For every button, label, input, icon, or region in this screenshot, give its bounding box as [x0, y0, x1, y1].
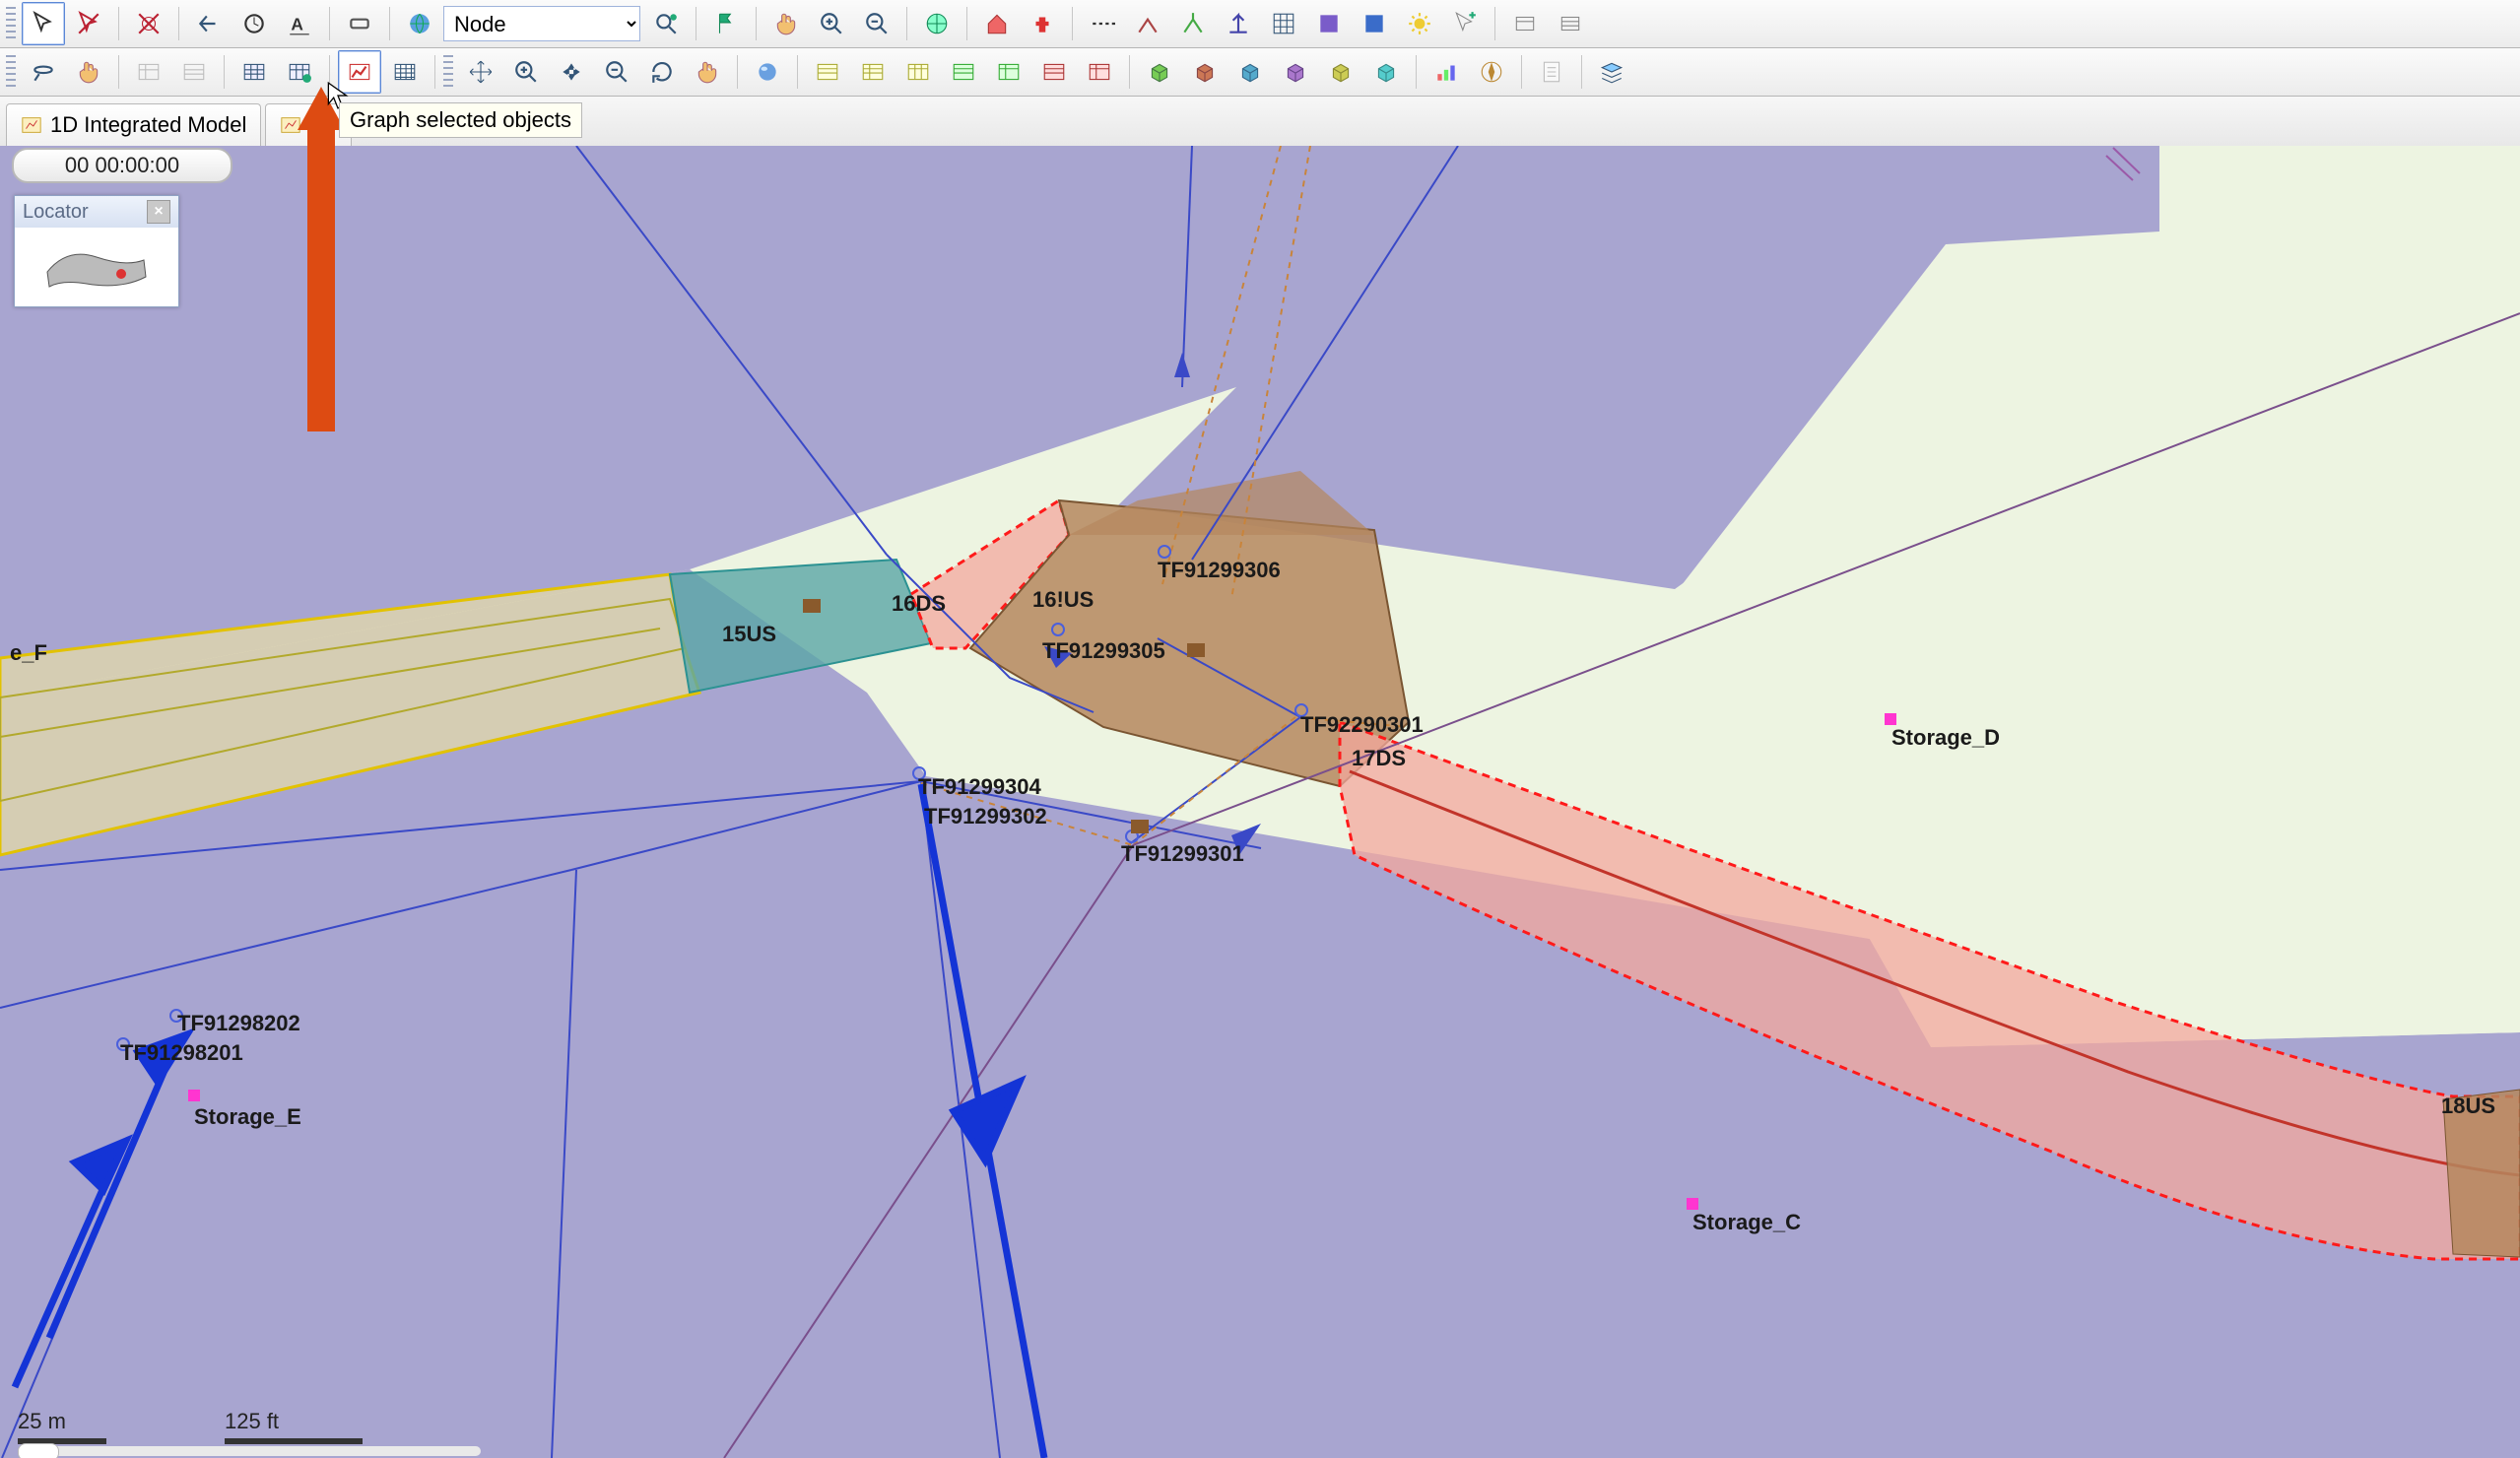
- toolbar-1: A Node: [0, 0, 2520, 48]
- locator-panel: Locator ×: [14, 195, 179, 307]
- layers-tool[interactable]: [1590, 50, 1633, 94]
- scale-bars: 25 m 125 ft: [18, 1409, 363, 1444]
- extra-tool-a[interactable]: [1503, 2, 1547, 45]
- scale-metric: 25 m: [18, 1409, 66, 1434]
- cube-d[interactable]: [1274, 50, 1317, 94]
- clip-tool[interactable]: [338, 2, 381, 45]
- tbl-b[interactable]: [851, 50, 895, 94]
- deselect-tool[interactable]: [67, 2, 110, 45]
- time-display[interactable]: 00 00:00:00: [12, 148, 232, 183]
- tbl-c[interactable]: [896, 50, 940, 94]
- dashed-tool[interactable]: [1081, 2, 1124, 45]
- zoom-window-tool[interactable]: [915, 2, 959, 45]
- tbl-d[interactable]: [942, 50, 985, 94]
- zoom-in2-tool[interactable]: [504, 50, 548, 94]
- cube-b[interactable]: [1183, 50, 1227, 94]
- doc-tab-1-label: 1D Integrated Model: [50, 112, 246, 138]
- sun-tool[interactable]: [1398, 2, 1441, 45]
- cube-a[interactable]: [1138, 50, 1181, 94]
- cube-e[interactable]: [1319, 50, 1362, 94]
- locator-close[interactable]: ×: [147, 200, 170, 224]
- table1-tool[interactable]: [127, 50, 170, 94]
- results-grid-tool[interactable]: [383, 50, 427, 94]
- cube-f[interactable]: [1364, 50, 1408, 94]
- model-icon: [21, 114, 42, 136]
- redo-tool[interactable]: [232, 2, 276, 45]
- zoom-in-tool[interactable]: [810, 2, 853, 45]
- object-type-select[interactable]: Node: [443, 6, 640, 41]
- flag-tool[interactable]: [704, 2, 748, 45]
- grid2-tool[interactable]: [278, 50, 321, 94]
- locator-thumb[interactable]: [15, 228, 178, 306]
- branch3-tool[interactable]: [1217, 2, 1260, 45]
- grid1-tool[interactable]: [232, 50, 276, 94]
- tbl-e[interactable]: [987, 50, 1030, 94]
- doc-tab-2-label: 1D: [309, 112, 337, 138]
- hydrant-tool[interactable]: [1021, 2, 1064, 45]
- zoom-out-tool[interactable]: [855, 2, 898, 45]
- map-canvas[interactable]: [0, 146, 2520, 1458]
- locator-title: Locator: [23, 201, 89, 224]
- find-object-tool[interactable]: [644, 2, 688, 45]
- document-tabs: 1D Integrated Model 1D Graph selected ob…: [0, 97, 2520, 147]
- hand2-tool[interactable]: [67, 50, 110, 94]
- clear-selection-tool[interactable]: [127, 2, 170, 45]
- doc-tab-1[interactable]: 1D Integrated Model: [6, 103, 261, 146]
- pan2-tool[interactable]: [686, 50, 729, 94]
- select-tool[interactable]: [22, 2, 65, 45]
- sim-tool[interactable]: [1262, 2, 1305, 45]
- globe-tool[interactable]: [398, 2, 441, 45]
- center-tool[interactable]: [550, 50, 593, 94]
- toolbar-grip-2[interactable]: [6, 55, 16, 89]
- model-icon: [280, 114, 301, 136]
- zoom-out2-tool[interactable]: [595, 50, 638, 94]
- undo-tool[interactable]: [187, 2, 231, 45]
- sphere-tool[interactable]: [746, 50, 789, 94]
- branch2-tool[interactable]: [1171, 2, 1215, 45]
- lasso-tool[interactable]: [22, 50, 65, 94]
- scale-imperial: 125 ft: [225, 1409, 279, 1434]
- map-view[interactable]: e_F 15US 16DS 16!US TF91299306 TF9129930…: [0, 146, 2520, 1458]
- blue-square-tool[interactable]: [1353, 2, 1396, 45]
- toolbar-grip-2b[interactable]: [443, 55, 453, 89]
- time-slider-thumb[interactable]: [18, 1443, 59, 1458]
- tbl-f[interactable]: [1032, 50, 1076, 94]
- tbl-a[interactable]: [806, 50, 849, 94]
- tbl-g[interactable]: [1078, 50, 1121, 94]
- graph-tooltip: Graph selected objects: [339, 102, 582, 138]
- table2-tool[interactable]: [172, 50, 216, 94]
- pan-tool[interactable]: [764, 2, 808, 45]
- home-tool[interactable]: [975, 2, 1019, 45]
- cube-c[interactable]: [1228, 50, 1272, 94]
- purple-square-tool[interactable]: [1307, 2, 1351, 45]
- toolbar-grip[interactable]: [6, 7, 16, 40]
- toolbar-2: [0, 48, 2520, 97]
- move-tool[interactable]: [459, 50, 502, 94]
- text-label-tool[interactable]: A: [278, 2, 321, 45]
- plus-tool[interactable]: [1443, 2, 1487, 45]
- time-slider[interactable]: [18, 1446, 481, 1456]
- rotate-tool[interactable]: [640, 50, 684, 94]
- bar-tool[interactable]: [1425, 50, 1468, 94]
- extra-tool-b[interactable]: [1549, 2, 1592, 45]
- graph-selected-tool[interactable]: [338, 50, 381, 94]
- compass-tool[interactable]: [1470, 50, 1513, 94]
- doc-tool[interactable]: [1530, 50, 1573, 94]
- branch1-tool[interactable]: [1126, 2, 1169, 45]
- svg-text:A: A: [291, 15, 303, 34]
